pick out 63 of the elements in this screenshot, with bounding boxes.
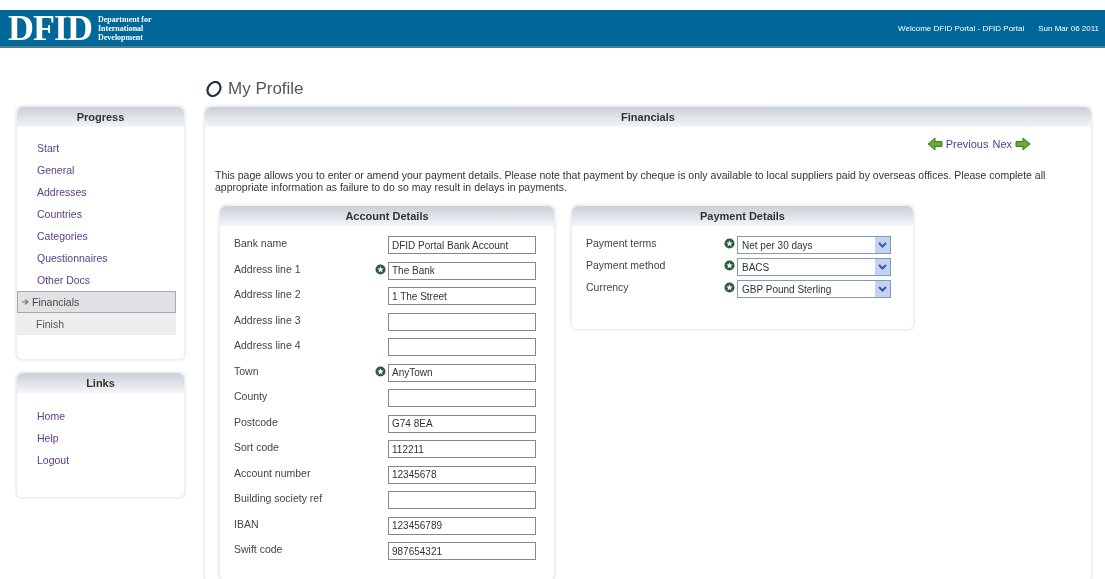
field-label: Postcode bbox=[234, 414, 279, 428]
intro-text: This page allows you to enter or amend your payment details. Please note that payment by cheque is only available to local suppliers paid by overseas offices. Please complete all appropriate information as failure to do so may result in delays in payments. bbox=[215, 169, 1047, 193]
field-label: Address line 4 bbox=[234, 338, 302, 351]
nav-link[interactable]: Home bbox=[25, 405, 176, 427]
ring-icon bbox=[205, 81, 223, 97]
field-label: Swift code bbox=[234, 542, 284, 555]
progress-item[interactable]: Other Docs bbox=[25, 269, 176, 291]
input-field[interactable]: G74 8EA bbox=[388, 414, 536, 433]
input-field[interactable] bbox=[388, 312, 536, 331]
select-field[interactable]: GBP Pound Sterling bbox=[737, 280, 891, 298]
field-label: Account number bbox=[234, 465, 312, 479]
progress-item[interactable]: Financials bbox=[17, 291, 176, 313]
input-field[interactable]: 987654321 bbox=[388, 542, 536, 560]
input-field[interactable]: DFID Portal Bank Account bbox=[388, 236, 536, 254]
right-arrow-icon bbox=[1015, 137, 1031, 151]
arrow-icon bbox=[21, 298, 30, 306]
progress-item[interactable]: Countries bbox=[25, 203, 176, 225]
field-label: Currency bbox=[586, 280, 630, 293]
input-field[interactable]: 112211 bbox=[388, 440, 536, 458]
input-field[interactable] bbox=[388, 389, 536, 407]
progress-item[interactable]: Start bbox=[25, 137, 176, 159]
panel-title: Links bbox=[17, 373, 184, 393]
field-label: Sort code bbox=[234, 440, 280, 453]
previous-link[interactable]: Previous bbox=[926, 137, 989, 151]
input-field[interactable]: The Bank bbox=[388, 261, 536, 280]
progress-item[interactable]: Questionnaires bbox=[25, 247, 176, 269]
field-label: Payment terms bbox=[586, 236, 658, 249]
input-field[interactable]: 123456789 bbox=[388, 516, 536, 535]
field-label: Address line 2 bbox=[234, 287, 302, 300]
left-arrow-icon bbox=[926, 137, 943, 151]
panel-title: Financials bbox=[205, 107, 1091, 127]
field-label: Address line 3 bbox=[234, 312, 302, 326]
field-label: Bank name bbox=[234, 236, 289, 249]
nav-link[interactable]: Help bbox=[25, 427, 176, 449]
progress-item[interactable]: General bbox=[25, 159, 176, 181]
logo-subtitle: Department for International Development bbox=[98, 14, 152, 42]
chevron-icon bbox=[875, 281, 890, 297]
panel-title: Payment Details bbox=[572, 206, 913, 226]
page-title: My Profile bbox=[228, 79, 304, 99]
field-label: Town bbox=[234, 363, 260, 377]
welcome-text: Welcome DFID Portal - DFID Portal bbox=[898, 23, 1025, 33]
field-label: County bbox=[234, 389, 269, 402]
field-label: Building society ref bbox=[234, 491, 324, 504]
field-label: Address line 1 bbox=[234, 261, 302, 275]
input-field[interactable] bbox=[388, 338, 536, 356]
input-field[interactable]: 1 The Street bbox=[388, 287, 536, 305]
field-label: IBAN bbox=[234, 516, 260, 530]
select-field[interactable]: BACS bbox=[737, 258, 891, 276]
next-link[interactable]: Nex bbox=[992, 137, 1031, 151]
select-field[interactable]: Net per 30 days bbox=[737, 236, 891, 254]
panel-title: Account Details bbox=[220, 206, 554, 226]
nav-link[interactable]: Logout bbox=[25, 449, 176, 471]
field-label: Payment method bbox=[586, 258, 667, 271]
progress-item[interactable]: Addresses bbox=[25, 181, 176, 203]
chevron-icon bbox=[875, 259, 890, 275]
logo-text: DFID bbox=[8, 10, 92, 46]
input-field[interactable]: 12345678 bbox=[388, 465, 536, 484]
chevron-icon bbox=[875, 237, 890, 253]
input-field[interactable] bbox=[388, 491, 536, 509]
date-text: Sun Mar 06 2011 bbox=[1038, 23, 1099, 33]
progress-item[interactable]: Categories bbox=[25, 225, 176, 247]
input-field[interactable]: AnyTown bbox=[388, 363, 536, 382]
panel-title: Progress bbox=[17, 107, 184, 127]
